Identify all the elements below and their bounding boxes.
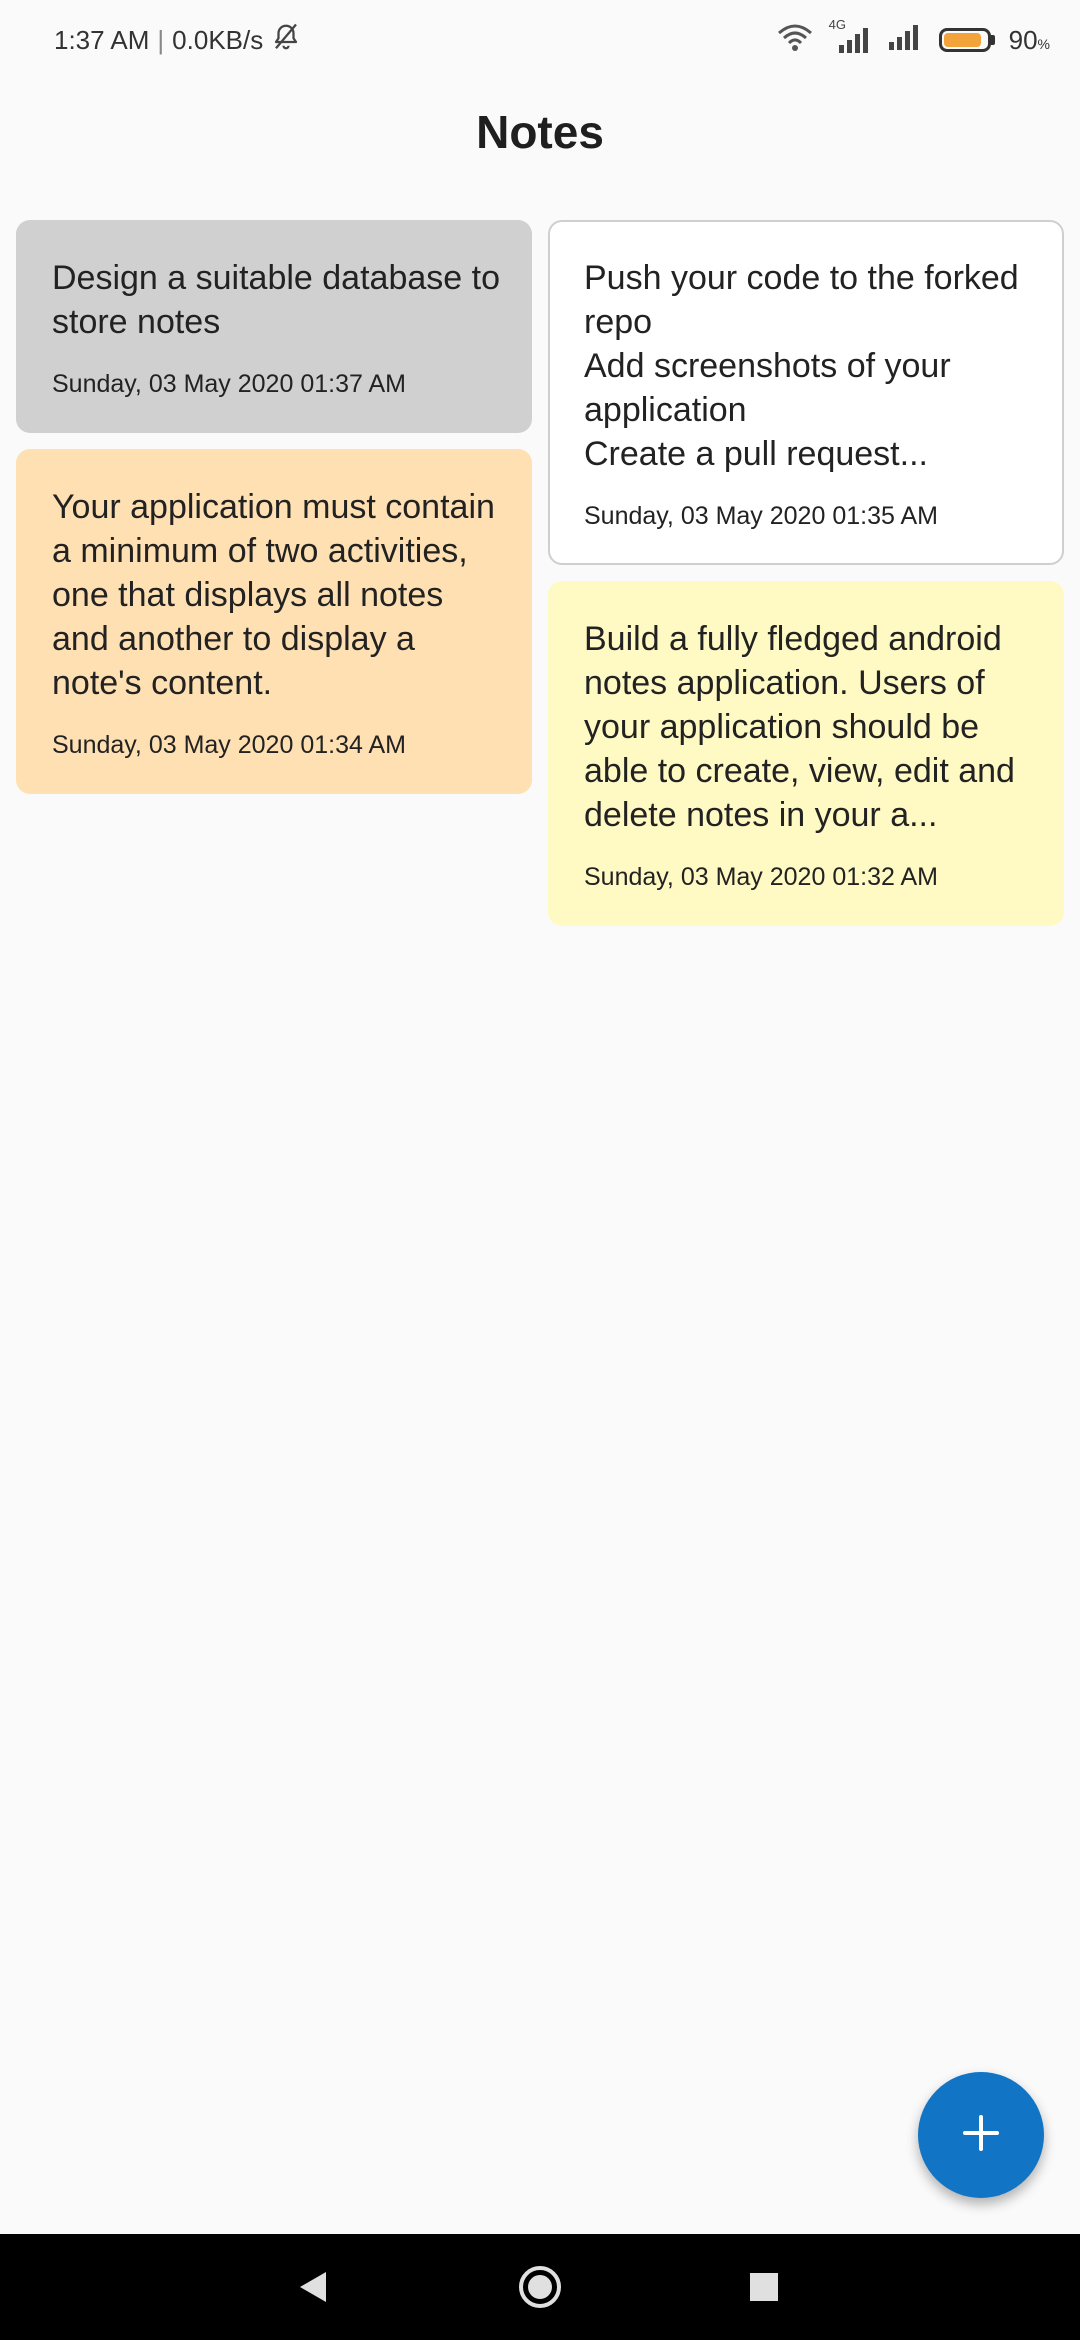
notes-column-left: Design a suitable database to store note… — [16, 220, 532, 926]
note-date: Sunday, 03 May 2020 01:32 AM — [584, 863, 938, 891]
note-date: Sunday, 03 May 2020 01:34 AM — [52, 731, 406, 759]
status-bar: 1:37 AM | 0.0KB/s 4G 90% — [0, 0, 1080, 80]
note-text: Build a fully fledged android notes appl… — [584, 620, 1015, 834]
recents-icon[interactable] — [749, 2272, 779, 2302]
home-icon[interactable] — [518, 2265, 562, 2309]
status-right: 4G 90% — [775, 17, 1050, 59]
signal-4g-icon: 4G — [829, 17, 873, 55]
note-card[interactable]: Build a fully fledged android notes appl… — [548, 581, 1064, 926]
page-title: Notes — [476, 106, 604, 158]
status-time: 1:37 AM — [54, 24, 150, 55]
battery-fill — [943, 33, 982, 47]
plus-icon — [961, 2113, 1001, 2158]
note-text: Push your code to the forked repo Add sc… — [584, 259, 1019, 473]
note-card[interactable]: Your application must contain a minimum … — [16, 449, 532, 794]
signal-icon — [887, 22, 925, 59]
note-card[interactable]: Push your code to the forked repo Add sc… — [548, 220, 1064, 565]
notes-grid: Design a suitable database to store note… — [16, 220, 1064, 926]
note-text: Design a suitable database to store note… — [52, 259, 500, 341]
notes-column-right: Push your code to the forked repo Add sc… — [548, 220, 1064, 926]
back-icon[interactable] — [298, 2270, 328, 2304]
add-note-button[interactable] — [918, 2072, 1044, 2198]
network-speed: 0.0KB/s — [172, 24, 264, 55]
wifi-icon — [775, 22, 815, 59]
network-type-label: 4G — [828, 17, 846, 32]
bell-off-icon — [271, 22, 301, 59]
battery-icon — [938, 28, 995, 52]
note-date: Sunday, 03 May 2020 01:35 AM — [584, 502, 938, 530]
battery-percent: 90% — [1008, 24, 1050, 55]
status-separator: | — [157, 24, 165, 55]
note-text: Your application must contain a minimum … — [52, 488, 495, 702]
navigation-bar — [0, 2234, 1080, 2340]
note-date: Sunday, 03 May 2020 01:37 AM — [52, 370, 406, 398]
status-left: 1:37 AM | 0.0KB/s — [54, 22, 301, 59]
note-card[interactable]: Design a suitable database to store note… — [16, 220, 532, 433]
